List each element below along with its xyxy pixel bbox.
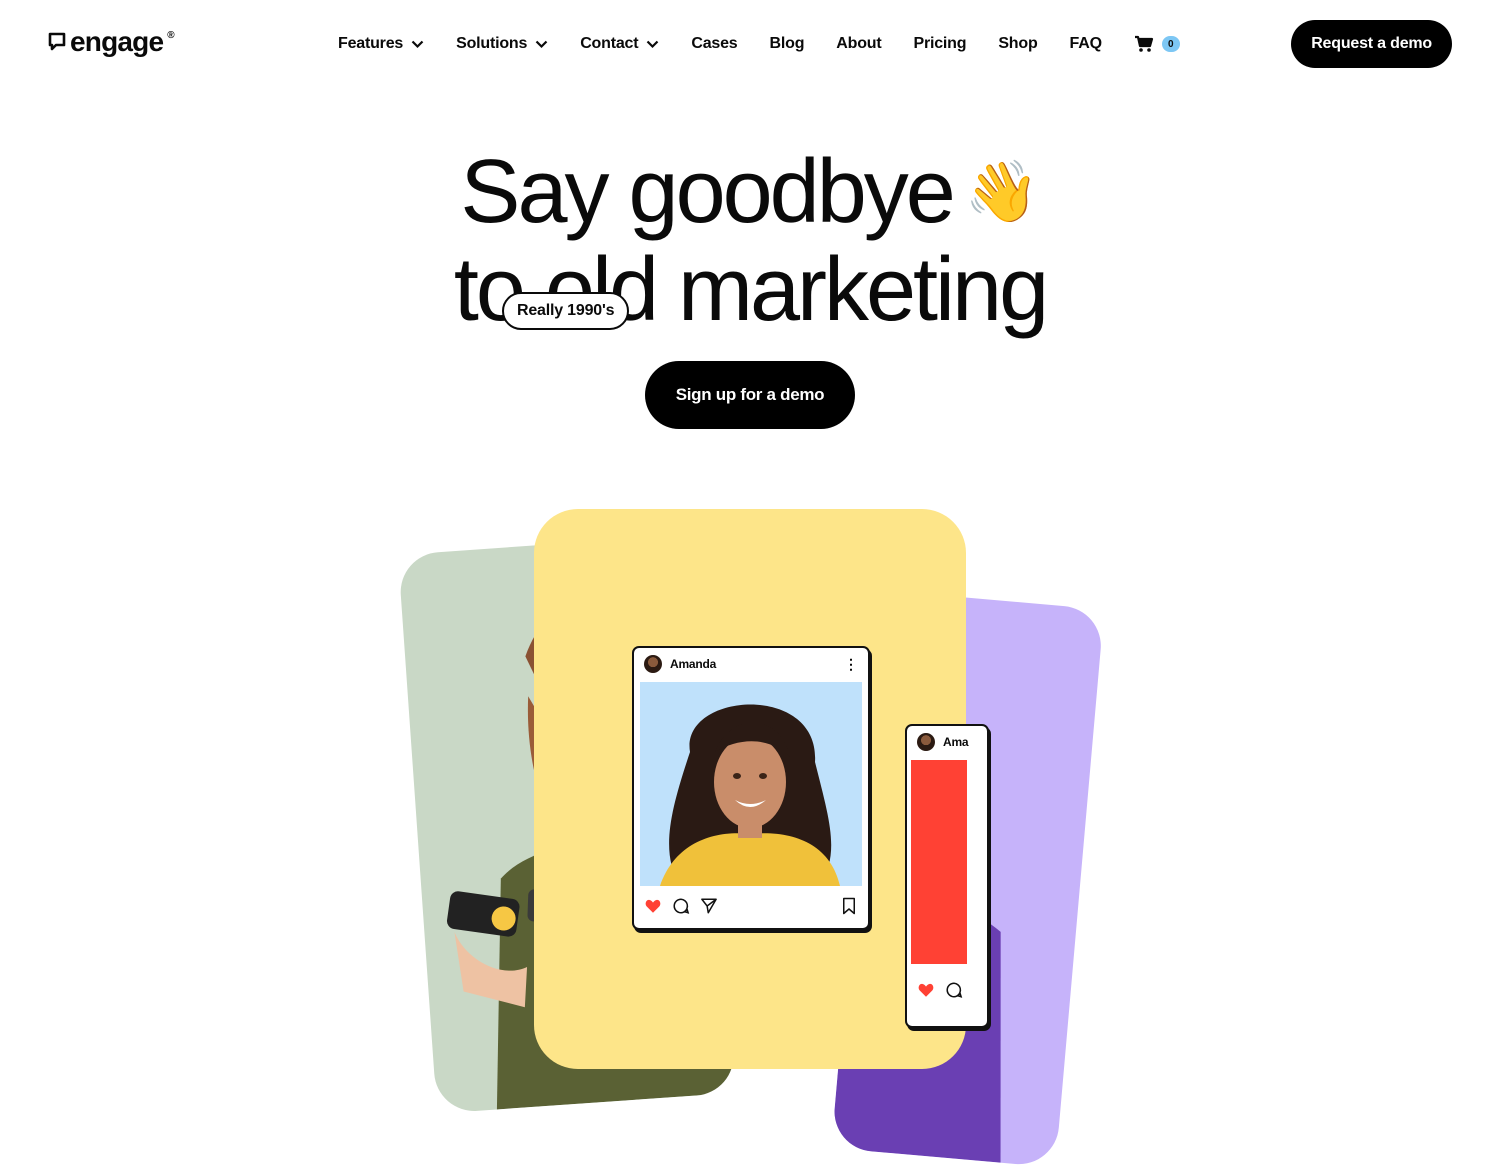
social-post-card: Amanda ⋮ — [632, 646, 870, 930]
logo-text: engage — [70, 26, 164, 57]
nav-item-cases[interactable]: Cases — [691, 35, 737, 53]
post-username: Ama — [943, 735, 969, 749]
nav-item-faq[interactable]: FAQ — [1070, 35, 1102, 53]
nav-item-label: Solutions — [456, 35, 528, 52]
chat-bubble-logo-icon — [48, 32, 66, 51]
shopping-cart-icon — [1134, 35, 1153, 52]
hero-title-text-1: Say goodbye — [460, 142, 955, 242]
nav-item-solutions[interactable]: Solutions — [456, 35, 548, 53]
post-username: Amanda — [670, 657, 717, 671]
post-header: Ama — [907, 726, 987, 758]
post-photo — [640, 682, 862, 886]
sign-up-demo-button[interactable]: Sign up for a demo — [645, 361, 855, 429]
logo-registered-mark: ® — [167, 30, 175, 41]
comment-icon[interactable] — [945, 981, 963, 999]
share-icon[interactable] — [700, 897, 718, 915]
nav-item-about[interactable]: About — [836, 35, 881, 53]
comment-icon[interactable] — [672, 897, 690, 915]
post-actions — [644, 896, 858, 916]
post-header: Amanda ⋮ — [634, 648, 868, 680]
hero-title-text-2: to old marketing — [453, 240, 1049, 341]
main-nav: Features Solutions Contact Cases Blog Ab… — [338, 32, 1180, 56]
nav-item-label: FAQ — [1069, 35, 1102, 52]
nav-item-shop[interactable]: Shop — [998, 35, 1037, 53]
social-post-card-secondary: Ama — [905, 724, 989, 1028]
request-demo-button[interactable]: Request a demo — [1291, 20, 1452, 68]
nav-item-label: Pricing — [913, 35, 967, 52]
post-actions — [917, 980, 977, 1000]
hero-title-line-1: Say goodbye 👋 — [0, 146, 1500, 244]
avatar — [917, 733, 935, 751]
heart-icon[interactable] — [644, 897, 662, 915]
nav-item-label: Shop — [998, 35, 1038, 52]
heart-icon[interactable] — [917, 981, 935, 999]
nav-item-blog[interactable]: Blog — [770, 35, 805, 53]
hero-tag: Really 1990's — [502, 292, 630, 330]
avatar — [644, 655, 662, 673]
cart-count-badge: 0 — [1161, 36, 1180, 52]
bookmark-icon[interactable] — [840, 897, 858, 915]
nav-item-label: Cases — [691, 35, 738, 52]
nav-item-label: Contact — [580, 35, 639, 52]
nav-item-features[interactable]: Features — [338, 35, 424, 53]
cart-button[interactable]: 0 — [1134, 35, 1180, 53]
smiling-woman-photo — [660, 704, 840, 886]
nav-item-pricing[interactable]: Pricing — [913, 35, 966, 53]
hero-title: Say goodbye 👋 to old marketing — [0, 146, 1500, 336]
nav-item-contact[interactable]: Contact — [580, 35, 659, 53]
nav-item-label: Features — [338, 35, 404, 52]
more-options-icon[interactable]: ⋮ — [844, 657, 858, 671]
waving-hand-icon: 👋 — [964, 158, 1040, 226]
chevron-down-icon — [535, 40, 548, 48]
logo[interactable]: engage ® — [48, 28, 175, 56]
nav-item-label: About — [836, 35, 882, 52]
nav-item-label: Blog — [769, 35, 805, 52]
post-photo — [911, 760, 967, 964]
chevron-down-icon — [411, 40, 424, 48]
chevron-down-icon — [647, 40, 659, 48]
